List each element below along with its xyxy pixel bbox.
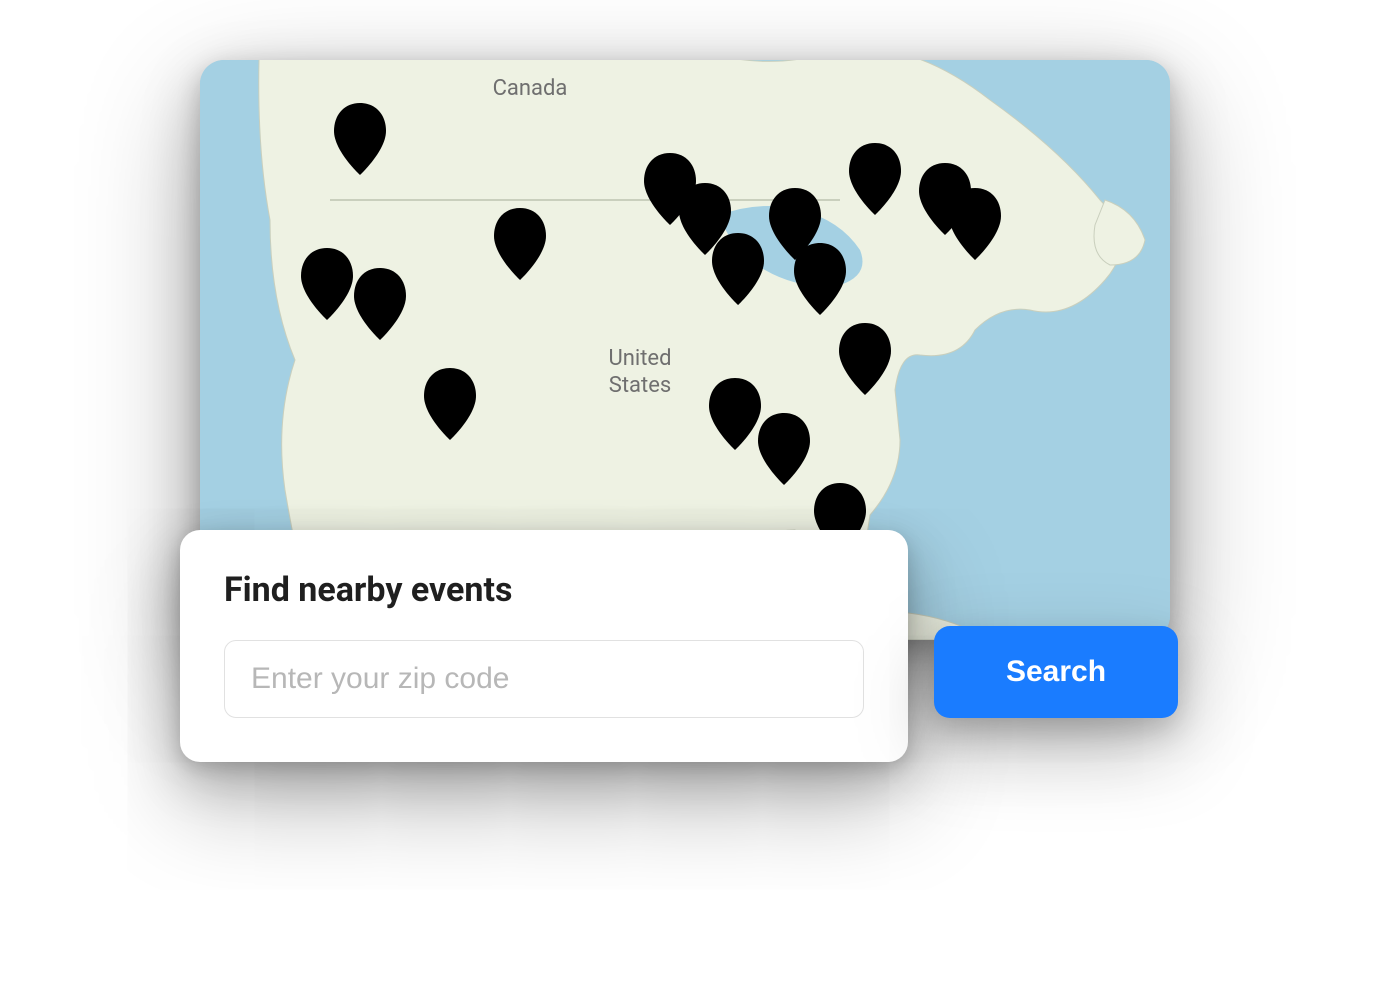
find-events-title: Find nearby events (224, 570, 864, 610)
map-label-canada: Canada (493, 76, 568, 101)
map-label-us-line1: United (608, 346, 671, 371)
zip-code-input[interactable] (224, 640, 864, 718)
map-label-us-line2: States (609, 373, 671, 398)
search-button[interactable]: Search (934, 626, 1178, 718)
find-events-card: Find nearby events (180, 530, 908, 762)
find-events-panel: Find nearby events Search (180, 530, 1090, 762)
